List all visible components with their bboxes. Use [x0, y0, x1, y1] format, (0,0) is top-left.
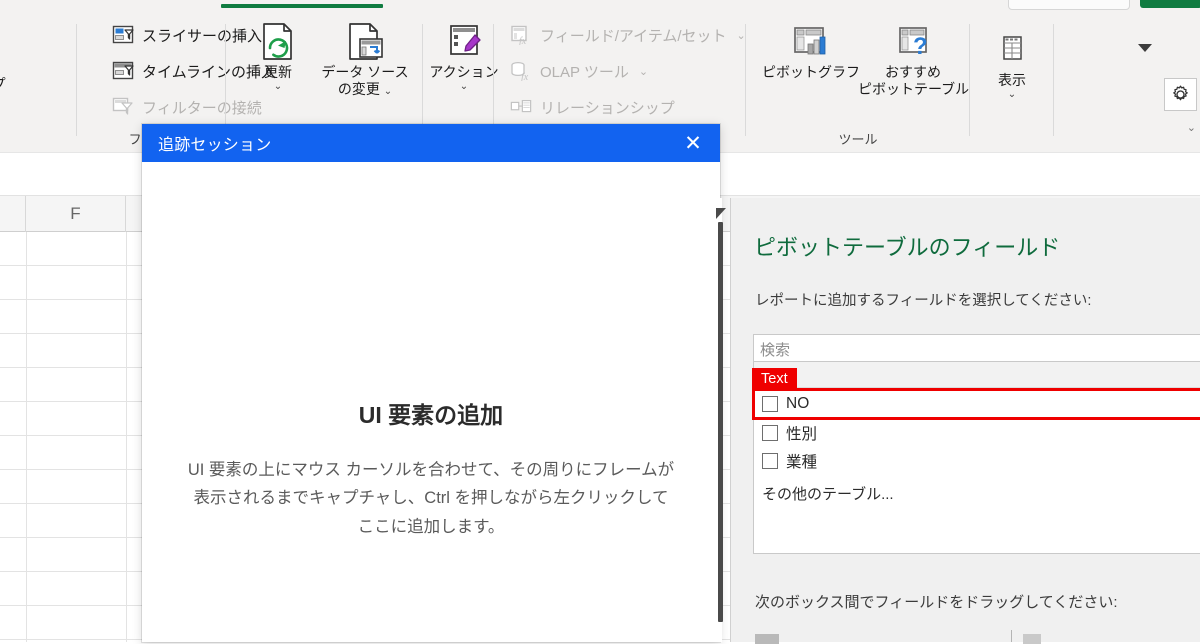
chevron-down-icon: ⌄ [1007, 88, 1017, 100]
filters-dropzone-icon[interactable] [755, 634, 779, 644]
dialog-body: UI 要素の追加 UI 要素の上にマウス カーソルを合わせて、その周りにフレーム… [142, 162, 720, 642]
actions-label: アクション [429, 64, 499, 80]
dialog-heading: UI 要素の追加 [358, 402, 504, 428]
refresh-button[interactable]: 更新 ⌄ [240, 20, 316, 93]
refresh-icon [240, 20, 316, 64]
field-item-industry[interactable]: 業種 [754, 447, 1200, 475]
chevron-down-icon: ⌄ [638, 65, 649, 78]
change-data-source-label-2: の変更 ⌄ [337, 80, 393, 97]
more-tables-link[interactable]: その他のテーブル... [762, 483, 894, 504]
column-header-F[interactable]: F [26, 196, 126, 232]
chevron-down-icon: ⌄ [0, 94, 16, 106]
olap-tools-label: OLAP ツール [540, 63, 629, 81]
recommended-pivottable-label-1: おすすめ [885, 64, 941, 80]
share-button[interactable] [1140, 0, 1200, 8]
close-icon[interactable]: ✕ [666, 124, 720, 162]
chevron-down-icon: ⌄ [459, 80, 469, 92]
recommended-pivottable-button[interactable]: ? おすすめ ピボットテーブル [858, 20, 970, 97]
field-list-box: 検索 NO 性別 業種 その他のテーブル... [753, 334, 1200, 554]
annotation-tag: Text [752, 368, 797, 390]
recommended-pivottable-icon: ? [858, 20, 968, 64]
field-label: 性別 [786, 426, 818, 443]
ungroup-icon[interactable] [0, 40, 4, 62]
dialog-title-bar[interactable]: 追跡セッション ✕ [142, 124, 720, 162]
search-box[interactable] [1008, 0, 1130, 10]
field-checkbox[interactable] [762, 396, 778, 412]
show-label: 表示 [998, 72, 1026, 88]
field-checkbox[interactable] [762, 453, 778, 469]
field-item-gender[interactable]: 性別 [754, 419, 1200, 447]
recommended-pivottable-label-2: ピボットテーブル [858, 80, 970, 97]
olap-tools-icon: fx [510, 60, 532, 82]
field-label: 業種 [786, 454, 818, 471]
ribbon-group-show: 表示 ⌄ [970, 14, 1054, 152]
chevron-down-icon: ⌄ [273, 80, 283, 92]
chevron-down-icon: ⌄ [383, 85, 393, 97]
dialog-description: UI 要素の上にマウス カーソルを合わせて、その周りにフレームが表示されるまでキ… [187, 461, 675, 536]
active-tab-indicator [221, 4, 383, 8]
svg-text:fx: fx [521, 72, 529, 81]
tracking-session-dialog: 追跡セッション ✕ UI 要素の追加 UI 要素の上にマウス カーソルを合わせて… [142, 124, 720, 642]
dropzone-divider [1011, 630, 1012, 642]
columns-dropzone-icon[interactable] [1023, 634, 1041, 644]
panel-title: ピボットテーブルのフィールド [754, 235, 1061, 260]
filter-connections-icon [112, 96, 134, 118]
svg-text:?: ? [913, 33, 928, 60]
panel-grip-arrow-icon [716, 208, 726, 219]
group-separator [422, 24, 423, 136]
fields-items-sets-label: フィールド/アイテム/セット [540, 27, 727, 45]
change-data-source-button[interactable]: データ ソース の変更 ⌄ [312, 20, 418, 97]
svg-text:fx: fx [519, 36, 527, 45]
field-label: NO [786, 395, 810, 412]
show-button[interactable]: 表示 ⌄ [974, 28, 1050, 101]
partial-group-label[interactable]: ープ ⌄ [0, 74, 16, 106]
pivotchart-label: ピボットグラフ [762, 64, 860, 80]
fields-items-sets-icon: fx [510, 24, 532, 46]
dialog-title: 追跡セッション [158, 137, 272, 154]
change-data-source-label-1: データ ソース [321, 64, 409, 80]
pivottable-fields-panel: ピボットテーブルのフィールド レポートに追加するフィールドを選択してください: … [730, 198, 1200, 644]
column-header-partial[interactable] [0, 196, 26, 232]
drag-fields-label: 次のボックス間でフィールドをドラッグしてください: [755, 594, 1118, 611]
ribbon-group-tools: ピボットグラフ ? おすすめ ピボットテーブル ツール [746, 14, 970, 152]
change-data-source-icon [312, 20, 418, 64]
ribbon-tabstrip [0, 0, 1200, 14]
ribbon-collapse-icon[interactable]: ⌄ [1187, 121, 1196, 134]
actions-icon [426, 20, 502, 64]
refresh-label: 更新 [264, 64, 292, 80]
pivotchart-icon [762, 20, 858, 64]
chevron-down-icon[interactable] [1138, 44, 1152, 52]
field-search-input[interactable]: 検索 [754, 335, 1200, 362]
relationships-label: リレーションシップ [540, 99, 675, 117]
group-separator [1053, 24, 1054, 136]
field-checkbox[interactable] [762, 425, 778, 441]
fields-items-sets-button: fx フィールド/アイテム/セット ⌄ [510, 20, 746, 50]
olap-tools-button: fx OLAP ツール ⌄ [510, 56, 648, 86]
field-item-no[interactable]: NO [754, 390, 1200, 418]
group-label-tools: ツール [838, 132, 878, 147]
field-table-header[interactable] [754, 362, 1200, 388]
gear-icon[interactable] [1164, 78, 1197, 111]
pivotchart-button[interactable]: ピボットグラフ [762, 20, 860, 81]
relationships-button: リレーションシップ [510, 92, 675, 122]
group-separator [76, 24, 77, 136]
field-search-placeholder: 検索 [760, 342, 791, 359]
actions-button[interactable]: アクション ⌄ [426, 20, 502, 93]
ribbon-group-partial: ープ ⌄ [0, 14, 82, 152]
relationships-icon [510, 96, 532, 118]
show-icon [974, 28, 1050, 72]
panel-grip-bar[interactable] [718, 222, 723, 622]
insert-slicer-icon [112, 24, 134, 46]
panel-subtitle: レポートに追加するフィールドを選択してください: [755, 293, 1092, 309]
insert-timeline-icon [112, 60, 134, 82]
